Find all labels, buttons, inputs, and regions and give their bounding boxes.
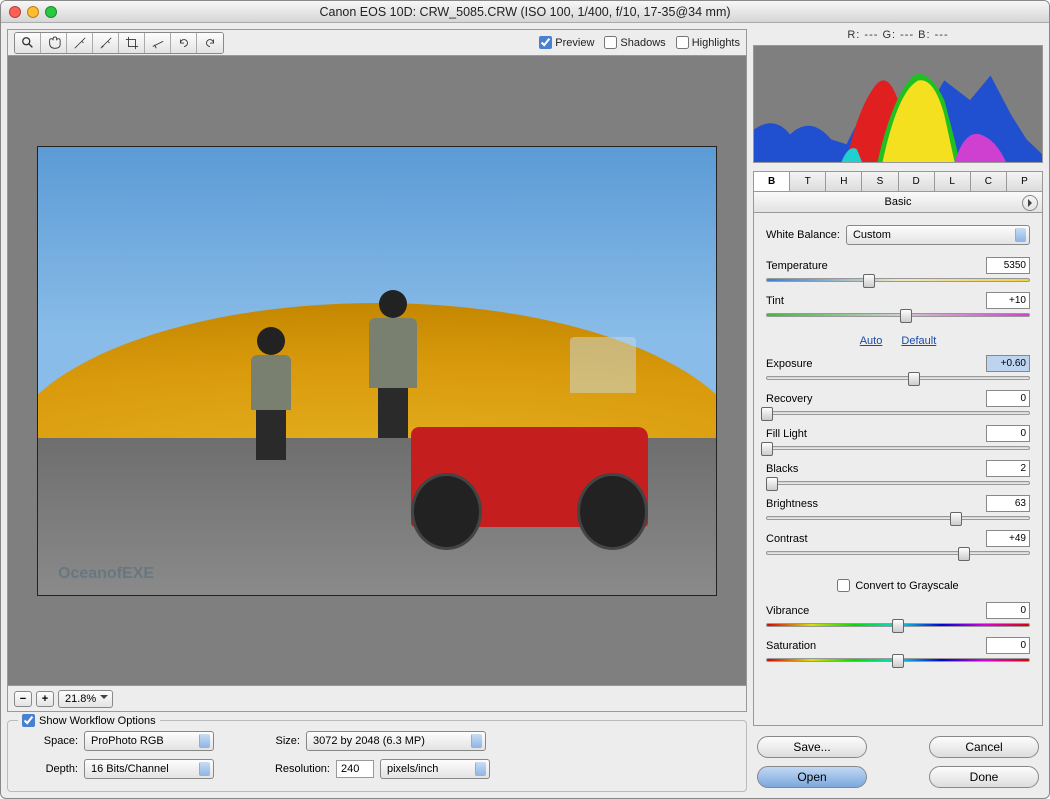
saturation-slider[interactable] [766,658,1030,662]
fill-light-slider[interactable] [766,446,1030,450]
close-window-btn[interactable] [9,6,21,18]
save-button[interactable]: Save... [757,736,867,758]
recovery-slider[interactable] [766,411,1030,415]
vibrance-slider[interactable] [766,623,1030,627]
panel-title: Basic [885,196,912,208]
preview-image[interactable]: OceanofEXE [37,146,717,596]
exposure-label: Exposure [766,358,980,370]
blacks-value[interactable]: 2 [986,460,1030,477]
resolution-input[interactable]: 240 [336,760,374,778]
white-balance-select[interactable]: Custom [846,225,1030,245]
tab-calibration[interactable]: C [971,172,1007,191]
minimize-window-btn[interactable] [27,6,39,18]
contrast-slider[interactable] [766,551,1030,555]
fill-light-value[interactable]: 0 [986,425,1030,442]
temperature-slider[interactable] [766,278,1030,282]
tab-split[interactable]: S [862,172,898,191]
show-workflow-checkbox[interactable] [22,714,35,727]
blacks-slider[interactable] [766,481,1030,485]
shadows-checkbox-label[interactable]: Shadows [604,36,665,49]
preview-checkbox-label[interactable]: Preview [539,36,594,49]
recovery-value[interactable]: 0 [986,390,1030,407]
tint-slider[interactable] [766,313,1030,317]
tool-group [14,32,224,54]
brightness-value[interactable]: 63 [986,495,1030,512]
titlebar: Canon EOS 10D: CRW_5085.CRW (ISO 100, 1/… [1,1,1049,23]
depth-select[interactable]: 16 Bits/Channel [84,759,214,779]
space-label: Space: [22,735,78,747]
size-label: Size: [264,735,300,747]
cancel-button[interactable]: Cancel [929,736,1039,758]
contrast-value[interactable]: +49 [986,530,1030,547]
zoom-in-button[interactable]: + [36,691,54,707]
exposure-value[interactable]: +0.60 [986,355,1030,372]
tab-lens[interactable]: L [935,172,971,191]
highlights-checkbox-label[interactable]: Highlights [676,36,740,49]
rgb-readout: R: --- G: --- B: --- [753,29,1043,41]
contrast-label: Contrast [766,533,980,545]
temperature-label: Temperature [766,260,980,272]
straighten-tool[interactable] [145,33,171,53]
crop-tool[interactable] [119,33,145,53]
depth-label: Depth: [22,763,78,775]
window-title: Canon EOS 10D: CRW_5085.CRW (ISO 100, 1/… [319,5,730,19]
rotate-ccw-tool[interactable] [171,33,197,53]
workflow-options-group: Show Workflow Options Space: ProPhoto RG… [7,720,747,792]
exposure-slider[interactable] [766,376,1030,380]
temperature-value[interactable]: 5350 [986,257,1030,274]
preview-checkbox[interactable] [539,36,552,49]
hand-tool[interactable] [41,33,67,53]
rotate-cw-tool[interactable] [197,33,223,53]
histogram [753,45,1043,163]
zoom-out-button[interactable]: − [14,691,32,707]
space-select[interactable]: ProPhoto RGB [84,731,214,751]
white-balance-label: White Balance: [766,229,840,241]
white-balance-tool[interactable] [67,33,93,53]
shadows-checkbox[interactable] [604,36,617,49]
panel-tabs: B T H S D L C P [753,171,1043,191]
tint-label: Tint [766,295,980,307]
zoom-tool[interactable] [15,33,41,53]
zoom-window-btn[interactable] [45,6,57,18]
fill-light-label: Fill Light [766,428,980,440]
saturation-value[interactable]: 0 [986,637,1030,654]
highlights-checkbox[interactable] [676,36,689,49]
resolution-unit-select[interactable]: pixels/inch [380,759,490,779]
open-button[interactable]: Open [757,766,867,788]
panel-menu-button[interactable] [1022,195,1038,211]
tab-tone-curve[interactable]: T [790,172,826,191]
tint-value[interactable]: +10 [986,292,1030,309]
resolution-label: Resolution: [264,763,330,775]
panel-title-bar: Basic [753,191,1043,213]
preview-toolbar: Preview Shadows Highlights [8,30,746,56]
watermark: OceanofEXE [58,565,154,583]
saturation-label: Saturation [766,640,980,652]
show-workflow-label: Show Workflow Options [39,715,156,727]
tab-hsl[interactable]: H [826,172,862,191]
grayscale-label: Convert to Grayscale [855,580,958,592]
size-select[interactable]: 3072 by 2048 (6.3 MP) [306,731,486,751]
tab-basic[interactable]: B [754,172,790,191]
recovery-label: Recovery [766,393,980,405]
grayscale-checkbox[interactable] [837,579,850,592]
vibrance-value[interactable]: 0 [986,602,1030,619]
auto-link[interactable]: Auto [860,335,883,347]
blacks-label: Blacks [766,463,980,475]
color-sampler-tool[interactable] [93,33,119,53]
brightness-slider[interactable] [766,516,1030,520]
brightness-label: Brightness [766,498,980,510]
tab-presets[interactable]: P [1007,172,1042,191]
vibrance-label: Vibrance [766,605,980,617]
zoom-level-select[interactable]: 21.8% [58,690,113,708]
default-link[interactable]: Default [901,335,936,347]
tab-detail[interactable]: D [899,172,935,191]
done-button[interactable]: Done [929,766,1039,788]
